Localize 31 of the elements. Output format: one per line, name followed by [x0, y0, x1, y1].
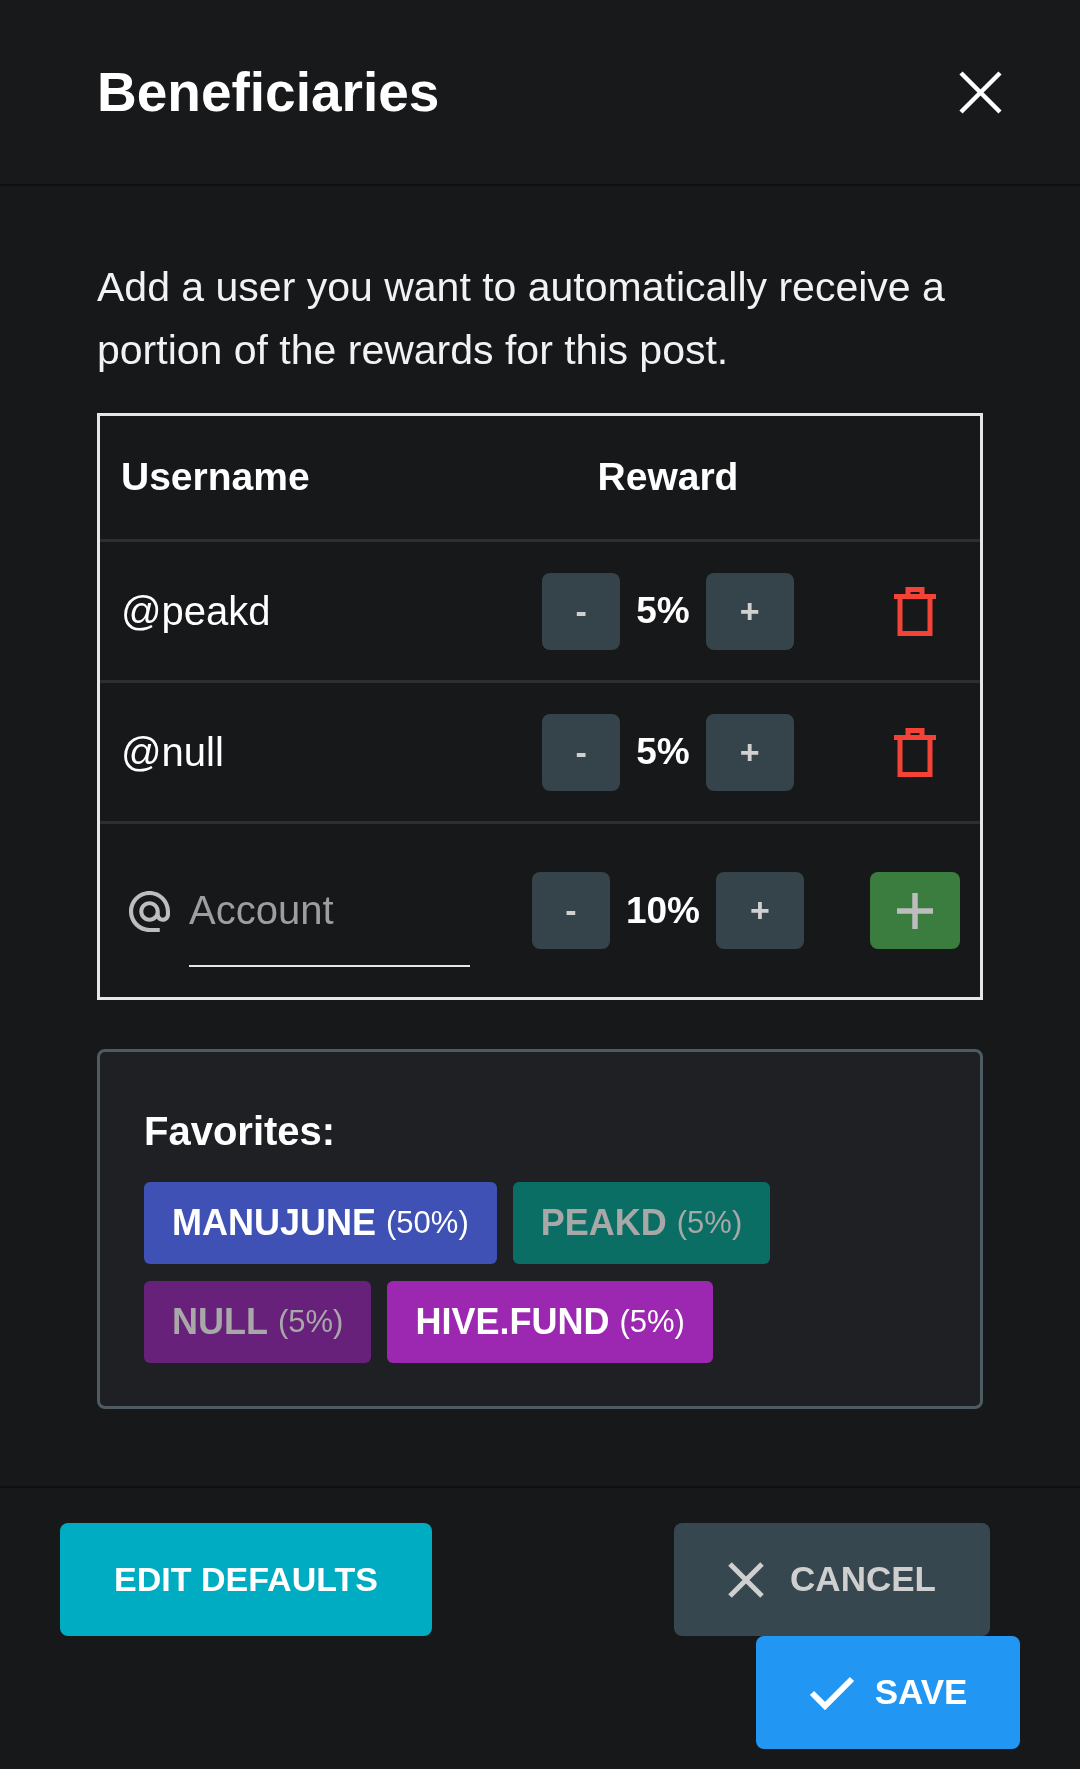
- reward-value: 5%: [636, 730, 690, 775]
- close-icon: [728, 1561, 765, 1598]
- increase-button[interactable]: +: [705, 713, 794, 791]
- reward-value: 5%: [636, 589, 690, 634]
- increase-button[interactable]: +: [705, 572, 794, 650]
- close-icon: [959, 70, 1002, 114]
- username-cell-text: @peakd: [121, 588, 271, 635]
- column-header: Username: [121, 454, 310, 501]
- cancel-button[interactable]: CANCEL: [674, 1523, 990, 1636]
- at-sign-icon: [129, 890, 170, 932]
- username-cell-text: @null: [121, 729, 224, 776]
- add-button[interactable]: [870, 872, 960, 949]
- increase-button[interactable]: +: [716, 872, 805, 949]
- dialog-title: Beneficiaries: [97, 64, 440, 120]
- decrease-button[interactable]: -: [542, 572, 621, 650]
- trash-icon: [891, 586, 939, 636]
- description-text: Add a user you want to automatically receive a portion of the rewards for this post.: [97, 263, 946, 375]
- favorite-chip[interactable]: MANUJUNE (50%): [144, 1182, 497, 1264]
- checkmark-icon: [808, 1675, 855, 1710]
- trash-icon: [891, 727, 939, 777]
- close-button[interactable]: [959, 70, 1002, 114]
- reward-value: 10%: [625, 888, 701, 933]
- delete-button[interactable]: [891, 727, 939, 777]
- delete-button[interactable]: [891, 586, 939, 636]
- account-input[interactable]: Account: [189, 881, 470, 967]
- favorites-title: Favorites:: [144, 1111, 336, 1151]
- decrease-button[interactable]: -: [531, 872, 610, 949]
- column-header: Reward: [597, 454, 739, 501]
- decrease-button[interactable]: -: [542, 713, 621, 791]
- plus-icon: [897, 892, 933, 929]
- favorite-chip[interactable]: HIVE.FUND (5%): [387, 1281, 713, 1363]
